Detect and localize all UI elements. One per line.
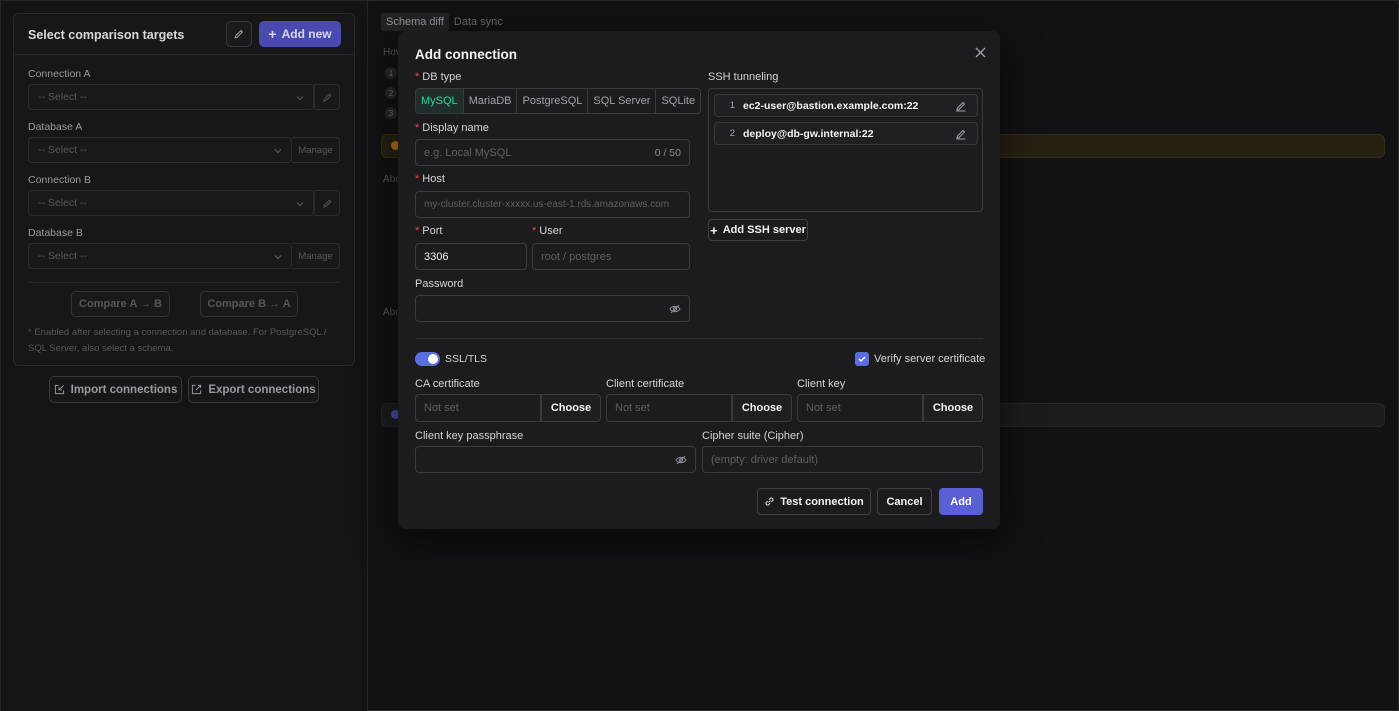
ssh-server-index: 1: [729, 100, 735, 111]
toggle-knob: [428, 354, 438, 364]
client-key-picker: Not set Choose: [797, 394, 983, 422]
check-icon: [858, 356, 866, 363]
host-placeholder: my-cluster.cluster-xxxxx.us-east-1.rds.a…: [424, 199, 670, 210]
db-type-mysql[interactable]: MySQL: [416, 89, 463, 113]
user-placeholder: root / postgres: [541, 250, 612, 263]
user-input[interactable]: root / postgres: [532, 243, 690, 270]
ssl-toggle[interactable]: [415, 352, 440, 366]
add-ssh-label: Add SSH server: [722, 224, 806, 236]
ssh-server-index: 2: [729, 128, 735, 139]
ca-certificate-value: Not set: [415, 394, 541, 422]
eye-off-icon[interactable]: [669, 303, 681, 315]
port-label: * Port: [415, 225, 443, 237]
db-type-postgresql[interactable]: PostgreSQL: [516, 89, 587, 113]
passphrase-label: Client key passphrase: [415, 430, 524, 442]
close-button[interactable]: [972, 44, 988, 60]
client-certificate-picker: Not set Choose: [606, 394, 792, 422]
user-label: * User: [532, 225, 563, 237]
test-connection-button[interactable]: Test connection: [757, 488, 871, 515]
display-name-input[interactable]: e.g. Local MySQL 0 / 50: [415, 139, 690, 166]
db-type-label: * DB type: [415, 71, 462, 83]
db-type-sqlserver[interactable]: SQL Server: [587, 89, 655, 113]
db-type-mariadb[interactable]: MariaDB: [462, 89, 517, 113]
eye-off-icon[interactable]: [675, 454, 687, 466]
divider: [415, 338, 983, 339]
dialog-title: Add connection: [415, 47, 517, 62]
verify-certificate-checkbox[interactable]: [855, 352, 869, 366]
ssh-server-host: deploy@db-gw.internal:22: [743, 127, 874, 140]
cipher-label: Cipher suite (Cipher): [702, 430, 804, 442]
ssl-label: SSL/TLS: [445, 353, 488, 365]
db-type-sqlite[interactable]: SQLite: [655, 89, 700, 113]
ssh-tunneling-label: SSH tunneling: [708, 71, 779, 83]
client-certificate-value: Not set: [606, 394, 732, 422]
test-connection-label: Test connection: [780, 495, 864, 508]
verify-certificate-label: Verify server certificate: [874, 353, 986, 365]
host-label: * Host: [415, 173, 445, 185]
cipher-input[interactable]: (empty: driver default): [702, 446, 983, 473]
passphrase-input[interactable]: [415, 446, 696, 473]
cancel-button[interactable]: Cancel: [877, 488, 932, 515]
ca-certificate-picker: Not set Choose: [415, 394, 601, 422]
pencil-icon[interactable]: [955, 128, 967, 140]
client-key-choose-button[interactable]: Choose: [923, 394, 983, 422]
add-button[interactable]: Add: [939, 488, 983, 515]
port-input[interactable]: 3306: [415, 243, 527, 270]
ssh-server-host: ec2-user@bastion.example.com:22: [743, 99, 919, 112]
ssh-server-item[interactable]: 1 ec2-user@bastion.example.com:22: [714, 94, 978, 117]
close-icon: [975, 47, 985, 57]
password-input[interactable]: [415, 295, 690, 322]
client-key-value: Not set: [797, 394, 923, 422]
char-counter: 0 / 50: [654, 147, 681, 159]
add-ssh-server-button[interactable]: + Add SSH server: [708, 219, 808, 241]
add-connection-dialog: Add connection * DB type MySQL MariaDB Po…: [398, 31, 1000, 529]
client-key-label: Client key: [797, 378, 846, 390]
db-type-segmented: MySQL MariaDB PostgreSQL SQL Server SQLi…: [415, 88, 702, 114]
pencil-icon[interactable]: [955, 100, 967, 112]
client-cert-choose-button[interactable]: Choose: [732, 394, 792, 422]
display-name-label: * Display name: [415, 122, 489, 134]
client-certificate-label: Client certificate: [606, 378, 685, 390]
port-value: 3306: [424, 250, 449, 263]
ca-choose-button[interactable]: Choose: [541, 394, 601, 422]
ssh-server-item[interactable]: 2 deploy@db-gw.internal:22: [714, 122, 978, 145]
password-label: Password: [415, 278, 464, 290]
link-icon: [765, 497, 774, 506]
ssh-server-list: 1 ec2-user@bastion.example.com:22 2 depl…: [708, 88, 983, 212]
plus-icon: +: [710, 222, 718, 238]
ca-certificate-label: CA certificate: [415, 378, 480, 390]
host-input[interactable]: my-cluster.cluster-xxxxx.us-east-1.rds.a…: [415, 191, 690, 218]
display-name-placeholder: e.g. Local MySQL: [424, 146, 512, 159]
cipher-placeholder: (empty: driver default): [711, 453, 818, 466]
